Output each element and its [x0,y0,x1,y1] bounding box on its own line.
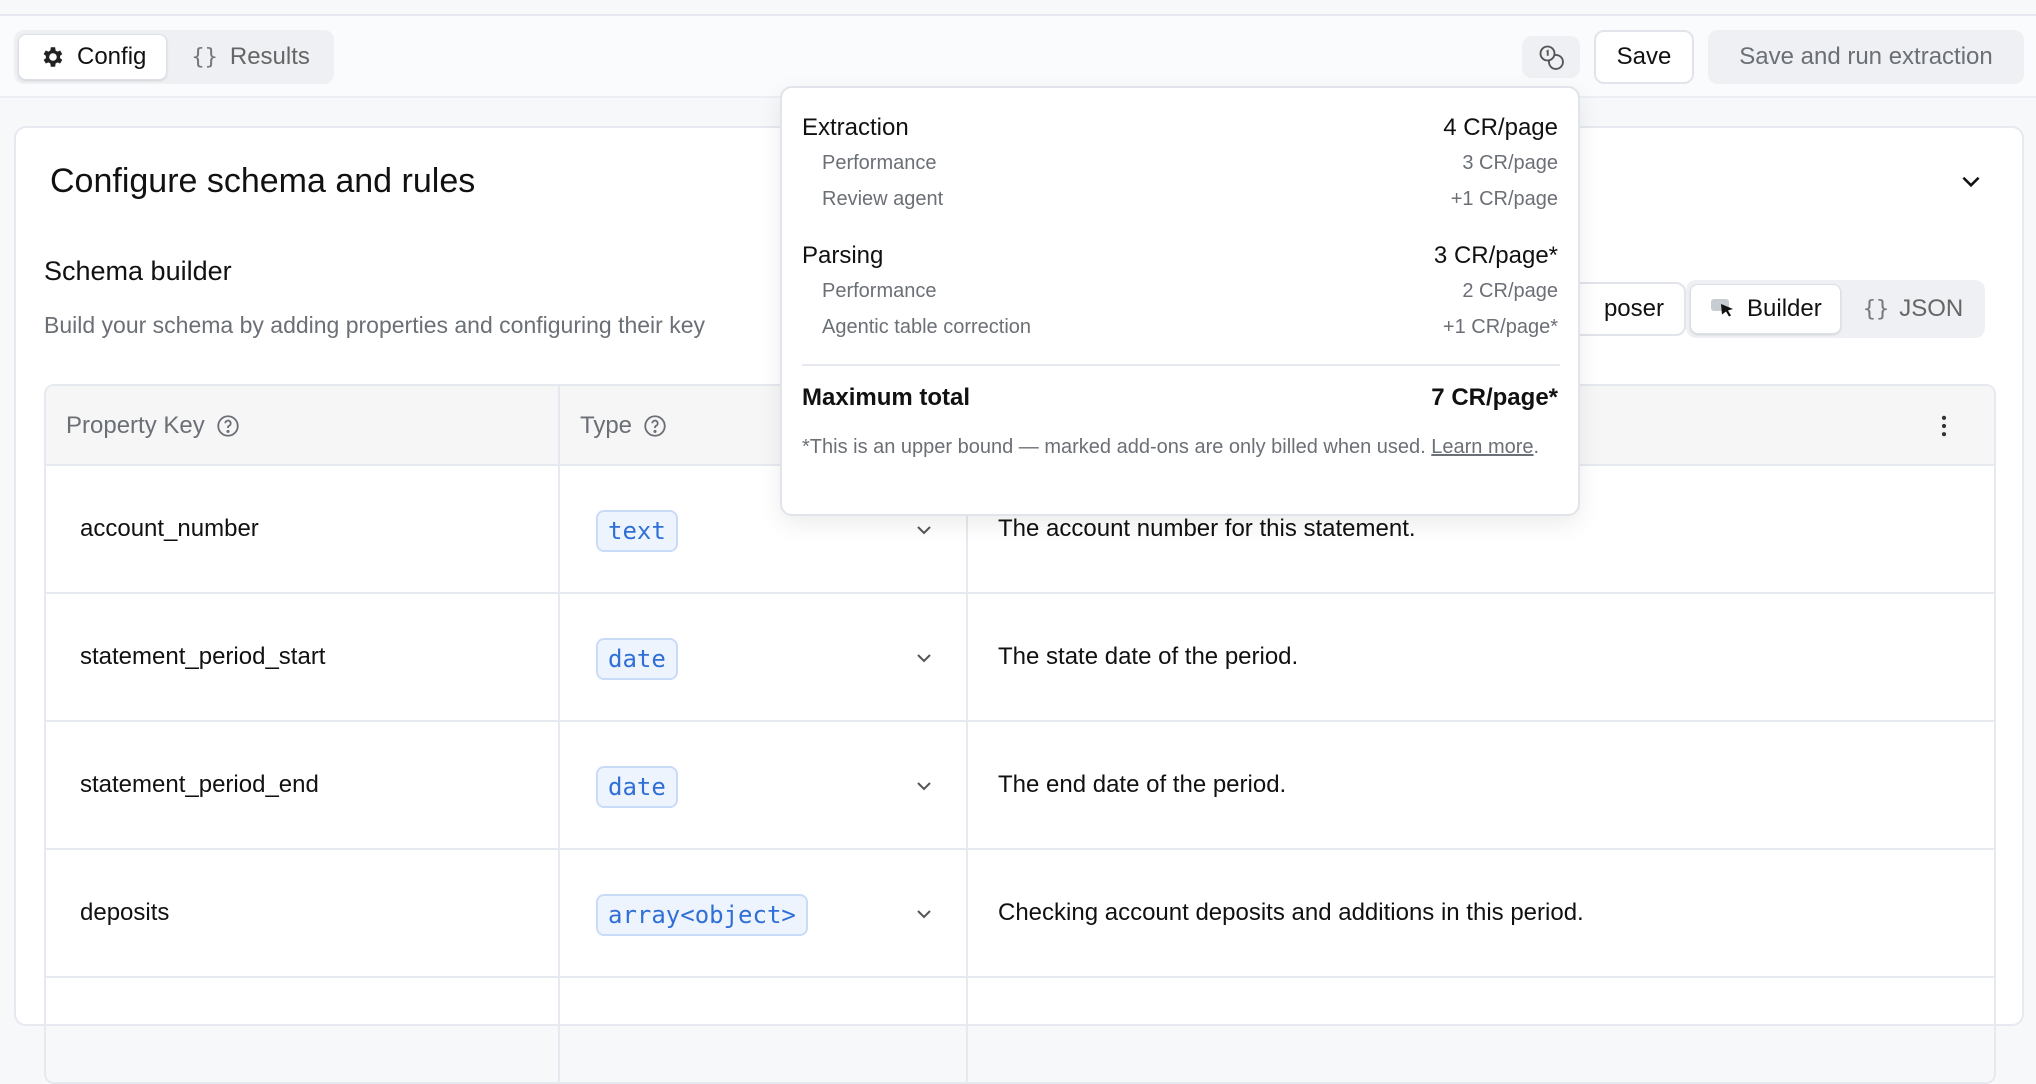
type-badge: text [596,510,678,552]
tab-json[interactable]: {} JSON [1845,284,1982,334]
help-icon[interactable] [215,413,241,439]
save-and-run-button[interactable]: Save and run extraction [1708,30,2024,84]
property-description[interactable]: Checking account deposits and additions … [998,850,1584,976]
cursor-icon [1711,299,1733,317]
coins-icon [1539,45,1564,70]
extraction-value: 4 CR/page [1443,114,1558,141]
chevron-down-icon[interactable] [912,774,936,798]
braces-icon: {} [1862,296,1890,322]
tab-results[interactable]: {} Results [171,34,330,80]
property-description[interactable]: The state date of the period. [998,594,1298,720]
chevron-down-icon[interactable] [912,902,936,926]
table-row[interactable]: statement_period_end date The end date o… [46,722,1994,850]
extraction-item-label: Review agent [822,188,944,210]
column-header-key-label: Property Key [66,412,205,439]
tab-config[interactable]: Config [18,34,168,80]
top-border [0,0,2036,16]
extraction-label: Extraction [802,114,909,141]
property-key[interactable]: statement_period_start [80,594,325,720]
extraction-item-label: Performance [822,152,937,174]
parsing-item-value: +1 CR/page* [1442,316,1558,338]
tab-json-label: JSON [1899,295,1964,322]
extraction-item-value: 3 CR/page [1462,152,1558,174]
schema-builder-description: Build your schema by adding properties a… [44,312,705,338]
parsing-label: Parsing [802,242,884,269]
total-label: Maximum total [802,384,971,411]
table-row[interactable]: deposits array<object> Checking account … [46,850,1994,978]
column-header-key: Property Key [66,386,241,466]
braces-icon: {} [191,44,218,70]
property-key[interactable]: deposits [80,850,169,976]
save-button[interactable]: Save [1594,30,1694,84]
tab-config-label: Config [77,43,147,70]
credits-popover: Extraction 4 CR/page Performance 3 CR/pa… [780,86,1580,516]
total-value: 7 CR/page* [1431,384,1558,411]
parsing-item-value: 2 CR/page [1462,280,1558,302]
help-icon[interactable] [642,413,668,439]
view-switch: Config {} Results [14,30,334,84]
type-badge: date [596,638,678,680]
chevron-down-icon[interactable] [1958,168,1984,194]
credits-button[interactable] [1522,36,1580,78]
property-key[interactable]: statement_period_end [80,722,319,848]
type-badge: date [596,766,678,808]
popover-note: *This is an upper bound — marked add-ons… [802,432,1566,463]
popover-divider [802,364,1560,366]
parsing-item-label: Performance [822,280,937,302]
parsing-item-label: Agentic table correction [822,316,1032,338]
extraction-item-value: +1 CR/page [1450,188,1558,210]
tab-builder[interactable]: Builder [1690,284,1841,334]
gear-icon [43,47,63,67]
popover-note-text: *This is an upper bound — marked add-ons… [802,436,1426,458]
tab-results-label: Results [229,43,310,70]
card-title: Configure schema and rules [50,162,476,200]
property-key[interactable]: account_number [80,466,259,592]
schema-builder-title: Schema builder [44,256,232,286]
table-row[interactable]: statement_period_start date The state da… [46,594,1994,722]
tab-builder-label: Builder [1747,295,1822,322]
more-options-icon[interactable] [1930,412,1958,440]
learn-more-link[interactable]: Learn more [1431,436,1533,458]
chevron-down-icon[interactable] [912,646,936,670]
editor-mode-switch: Builder {} JSON [1686,280,1986,338]
popover-note-end: . [1533,436,1540,458]
parsing-value: 3 CR/page* [1433,242,1558,269]
column-header-type-label: Type [580,412,633,439]
chevron-down-icon[interactable] [912,518,936,542]
type-badge: array<object> [596,894,808,936]
property-description[interactable]: The end date of the period. [998,722,1286,848]
column-header-type: Type [580,386,668,466]
